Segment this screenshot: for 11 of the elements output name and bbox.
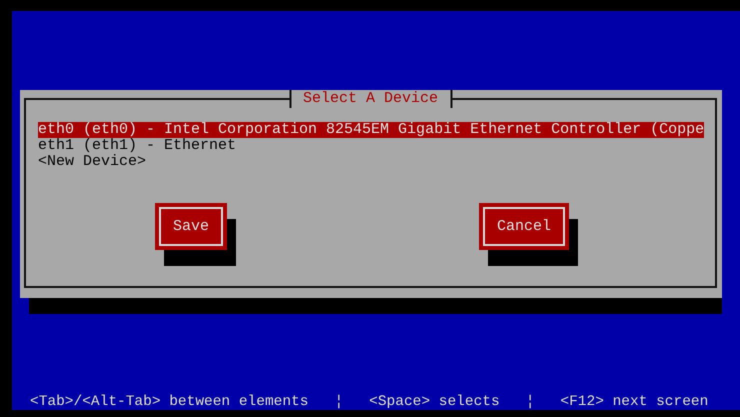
help-text: ¦ <box>526 394 534 410</box>
dialog-title: Select A Device <box>288 90 452 108</box>
help-text: ¦ <box>334 394 344 410</box>
help-text: <F12> next screen <box>560 394 708 410</box>
help-text: <Space> selects <box>369 394 500 410</box>
device-list-item[interactable]: <New Device> <box>38 154 146 170</box>
device-list-item[interactable]: eth1 (eth1) - Ethernet <box>38 138 236 154</box>
device-list-item[interactable]: eth0 (eth0) - Intel Corporation 82545EM Gigabit Ethernet Controller (Coppe <box>38 122 704 138</box>
help-text: <Tab>/<Alt-Tab> between elements <box>30 394 308 410</box>
save-button[interactable]: Save <box>155 203 228 250</box>
cancel-button[interactable]: Cancel <box>479 203 570 250</box>
